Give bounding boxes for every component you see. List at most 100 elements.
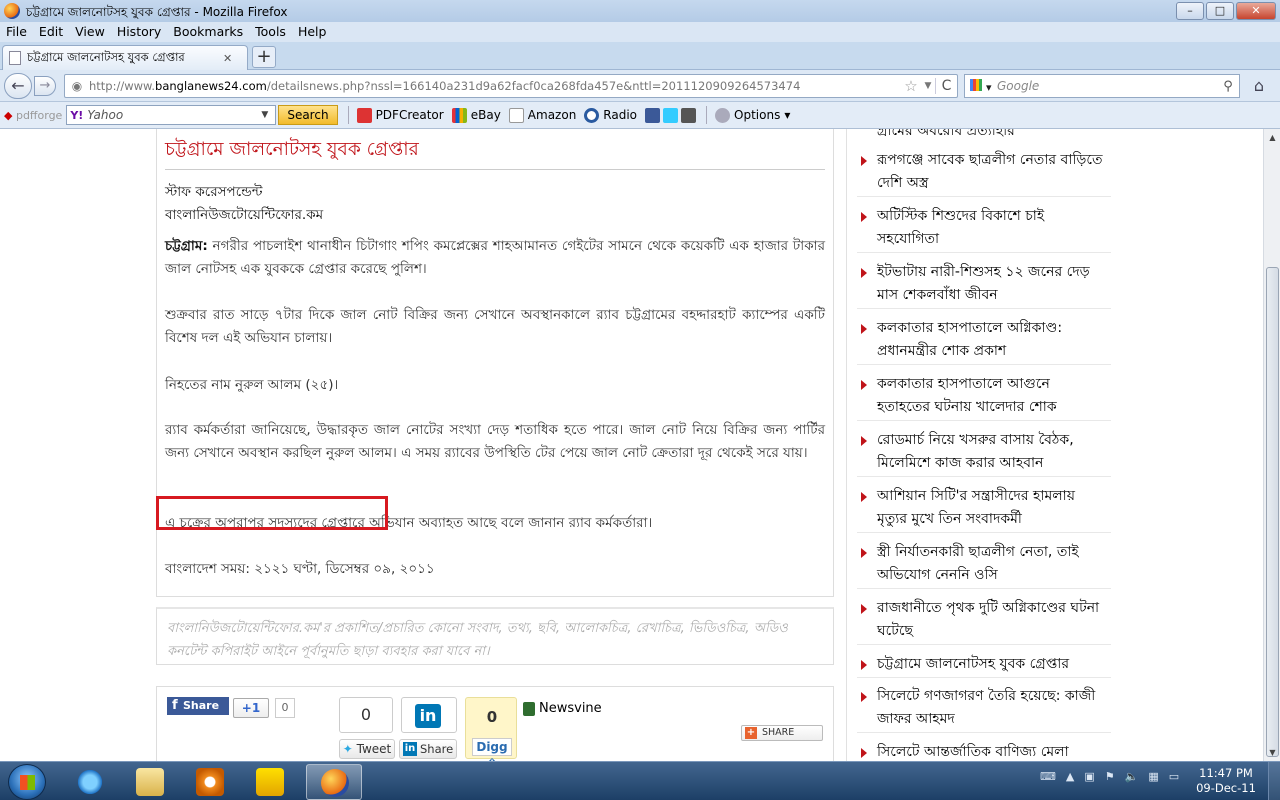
firefox-window: চট্টগ্রামে জালনোটসহ যুবক গ্রেপ্তার - Moz… bbox=[0, 0, 1280, 800]
taskbar-internet-explorer[interactable] bbox=[62, 764, 118, 800]
taskbar-media-player[interactable] bbox=[182, 764, 238, 800]
tweet-count: 0 bbox=[339, 697, 393, 733]
google-engine-icon[interactable]: ▾ bbox=[965, 78, 997, 94]
menu-edit[interactable]: Edit bbox=[39, 22, 69, 42]
taskbar-firefox[interactable] bbox=[306, 764, 362, 800]
facebook-icon[interactable] bbox=[645, 107, 661, 123]
menu-bookmarks[interactable]: Bookmarks bbox=[173, 22, 249, 42]
sidebar-news-link[interactable]: স্ত্রী নির্যাতনকারী ছাত্রলীগ নেতা, তাই অ… bbox=[861, 541, 1107, 587]
scroll-up-arrow-icon[interactable]: ▲ bbox=[1264, 129, 1280, 146]
share-panel: Share +1 0 0 ✦ Tweet in Share 0 Digg ⇧ N… bbox=[156, 686, 834, 761]
facebook-share-button[interactable]: Share bbox=[167, 697, 229, 715]
close-button[interactable]: ✕ bbox=[1236, 2, 1276, 20]
google-plus-count: 0 bbox=[275, 698, 295, 718]
pdfcreator-link[interactable]: PDFCreator bbox=[356, 107, 444, 123]
menu-file[interactable]: File bbox=[6, 22, 33, 42]
newsvine-link[interactable]: Newsvine bbox=[523, 701, 602, 716]
sidebar-news-link[interactable]: রোডমার্চ নিয়ে খসরুর বাসায় বৈঠক, মিলেমি… bbox=[861, 429, 1107, 475]
dropdown-icon[interactable]: ▼ bbox=[261, 110, 275, 120]
keyboard-icon[interactable]: ⌨ bbox=[1040, 770, 1056, 783]
pdfforge-logo[interactable]: ◆ pdfforge bbox=[4, 109, 62, 122]
media-player-icon bbox=[196, 768, 224, 796]
page-content: চট্টগ্রামে জালনোটসহ যুবক গ্রেপ্তার স্টাফ… bbox=[0, 129, 1263, 761]
divider bbox=[857, 308, 1111, 309]
sidebar-news-link[interactable]: কলকাতার হাসপাতালে অগ্নিকাণ্ড: প্রধানমন্ত… bbox=[861, 317, 1107, 363]
digg-widget[interactable]: 0 Digg ⇧ bbox=[465, 697, 517, 761]
new-tab-button[interactable]: + bbox=[252, 46, 276, 68]
vertical-scrollbar[interactable]: ▲ ▼ bbox=[1263, 129, 1280, 761]
divider bbox=[857, 252, 1111, 253]
sidebar-news-link[interactable]: আশিয়ান সিটি'র সন্ত্রাসীদের হামলায় মৃত্… bbox=[861, 485, 1107, 531]
pdf-icon bbox=[356, 107, 372, 123]
tweet-button[interactable]: ✦ Tweet bbox=[339, 739, 395, 759]
network-icon[interactable]: ▦ bbox=[1148, 770, 1158, 783]
article-title: চট্টগ্রামে জালনোটসহ যুবক গ্রেপ্তার bbox=[165, 139, 419, 160]
show-hidden-icons-icon[interactable]: ▲ bbox=[1066, 770, 1074, 783]
ebay-link[interactable]: eBay bbox=[451, 107, 501, 123]
yahoo-search-button[interactable]: Search bbox=[278, 105, 338, 125]
sidebar-item-partial[interactable]: গ্রামের অবরোধ প্রত্যাহার bbox=[877, 129, 1015, 143]
battery-icon[interactable]: ▭ bbox=[1169, 770, 1179, 783]
sidebar-news-link[interactable]: ইটভাটায় নারী-শিশুসহ ১২ জনের দেড় মাস শে… bbox=[861, 261, 1107, 307]
sidebar-news-link[interactable]: চট্টগ্রামে জালনোটসহ যুবক গ্রেপ্তার bbox=[861, 653, 1107, 676]
minimize-button[interactable]: – bbox=[1176, 2, 1204, 20]
radio-link[interactable]: Radio bbox=[584, 107, 637, 123]
amazon-link[interactable]: Amazon bbox=[508, 107, 576, 123]
search-bar[interactable]: ▾ Google ⚲ bbox=[964, 74, 1240, 98]
menu-help[interactable]: Help bbox=[298, 22, 333, 42]
page-icon bbox=[9, 51, 21, 65]
google-plus-icon[interactable] bbox=[681, 107, 697, 123]
menu-view[interactable]: View bbox=[75, 22, 111, 42]
yahoo-search-input[interactable]: Y! Yahoo ▼ bbox=[66, 105, 277, 125]
title-bar: চট্টগ্রামে জালনোটসহ যুবক গ্রেপ্তার - Moz… bbox=[0, 0, 1280, 22]
google-plus-one-button[interactable]: +1 bbox=[233, 698, 269, 718]
back-button[interactable]: ← bbox=[4, 73, 32, 99]
bookmark-star-icon[interactable]: ☆ bbox=[901, 77, 921, 95]
url-text[interactable]: http://www.banglanews24.com/detailsnews.… bbox=[89, 79, 901, 93]
menu-history[interactable]: History bbox=[117, 22, 167, 42]
tab-close-icon[interactable]: ✕ bbox=[223, 52, 232, 65]
tab-article[interactable]: চট্টগ্রামে জালনোটসহ যুবক গ্রেপ্তার ✕ bbox=[2, 45, 248, 70]
divider bbox=[347, 106, 349, 124]
usb-icon[interactable]: ▣ bbox=[1084, 770, 1094, 783]
sidebar-news-link[interactable]: সিলেটে আন্তর্জাতিক বাণিজ্য মেলা bbox=[861, 741, 1107, 761]
navigation-bar: ← → ◉ http://www.banglanews24.com/detail… bbox=[0, 70, 1280, 102]
taskbar-explorer[interactable] bbox=[122, 764, 178, 800]
start-button[interactable] bbox=[8, 764, 46, 800]
search-input[interactable]: Google bbox=[997, 79, 1217, 93]
sidebar-news-link[interactable]: কলকাতার হাসপাতালে আগুনে হতাহতের ঘটনায় খ… bbox=[861, 373, 1107, 419]
banglalion-icon bbox=[256, 768, 284, 796]
linkedin-icon: in bbox=[415, 704, 441, 728]
twitter-icon[interactable] bbox=[663, 107, 679, 123]
system-clock[interactable]: 11:47 PM 09-Dec-11 bbox=[1190, 766, 1262, 796]
reload-button[interactable]: C bbox=[935, 78, 957, 94]
digg-count: 0 bbox=[486, 708, 498, 726]
forward-button[interactable]: → bbox=[34, 76, 56, 96]
addthis-share-button[interactable]: SHARE bbox=[741, 725, 823, 741]
linkedin-share-button[interactable]: Share bbox=[399, 739, 457, 759]
search-icon[interactable]: ⚲ bbox=[1217, 79, 1239, 94]
scroll-down-arrow-icon[interactable]: ▼ bbox=[1264, 744, 1280, 761]
menu-tools[interactable]: Tools bbox=[255, 22, 292, 42]
taskbar-banglalion[interactable] bbox=[242, 764, 298, 800]
volume-icon[interactable]: 🔈 bbox=[1125, 770, 1139, 783]
maximize-button[interactable]: □ bbox=[1206, 2, 1234, 20]
divider bbox=[857, 364, 1111, 365]
sidebar-news-link[interactable]: রাজধানীতে পৃথক দুটি অগ্নিকাণ্ডের ঘটনা ঘট… bbox=[861, 597, 1107, 643]
show-desktop-button[interactable] bbox=[1268, 762, 1280, 800]
sidebar-news-link[interactable]: রূপগঞ্জে সাবেক ছাত্রলীগ নেতার বাড়িতে দে… bbox=[861, 149, 1107, 195]
linkedin-count-box: in bbox=[401, 697, 457, 733]
url-dropdown-icon[interactable]: ▼ bbox=[921, 81, 935, 91]
site-identity-icon[interactable]: ◉ bbox=[65, 75, 89, 97]
scrollbar-thumb[interactable] bbox=[1266, 267, 1279, 757]
sidebar-news-link[interactable]: সিলেটে গণজাগরণ তৈরি হয়েছে: কাজী জাফর আহ… bbox=[861, 685, 1107, 731]
copyright-notice: বাংলানিউজটোয়েন্টিফোর.কম'র প্রকাশিত/প্রচ… bbox=[156, 607, 834, 665]
options-menu[interactable]: Options ▾ bbox=[715, 107, 790, 123]
action-center-icon[interactable]: ⚑ bbox=[1105, 770, 1115, 783]
sidebar-news-link[interactable]: অটিস্টিক শিশুদের বিকাশে চাই সহযোগিতা bbox=[861, 205, 1107, 251]
tab-label: চট্টগ্রামে জালনোটসহ যুবক গ্রেপ্তার bbox=[27, 49, 185, 64]
digg-button[interactable]: Digg ⇧ bbox=[472, 738, 512, 761]
article-paragraph: শুক্রবার রাত সাড়ে ৭টার দিকে জাল নোট বিক… bbox=[165, 307, 825, 346]
home-button[interactable]: ⌂ bbox=[1248, 76, 1270, 96]
url-bar[interactable]: ◉ http://www.banglanews24.com/detailsnew… bbox=[64, 74, 958, 98]
